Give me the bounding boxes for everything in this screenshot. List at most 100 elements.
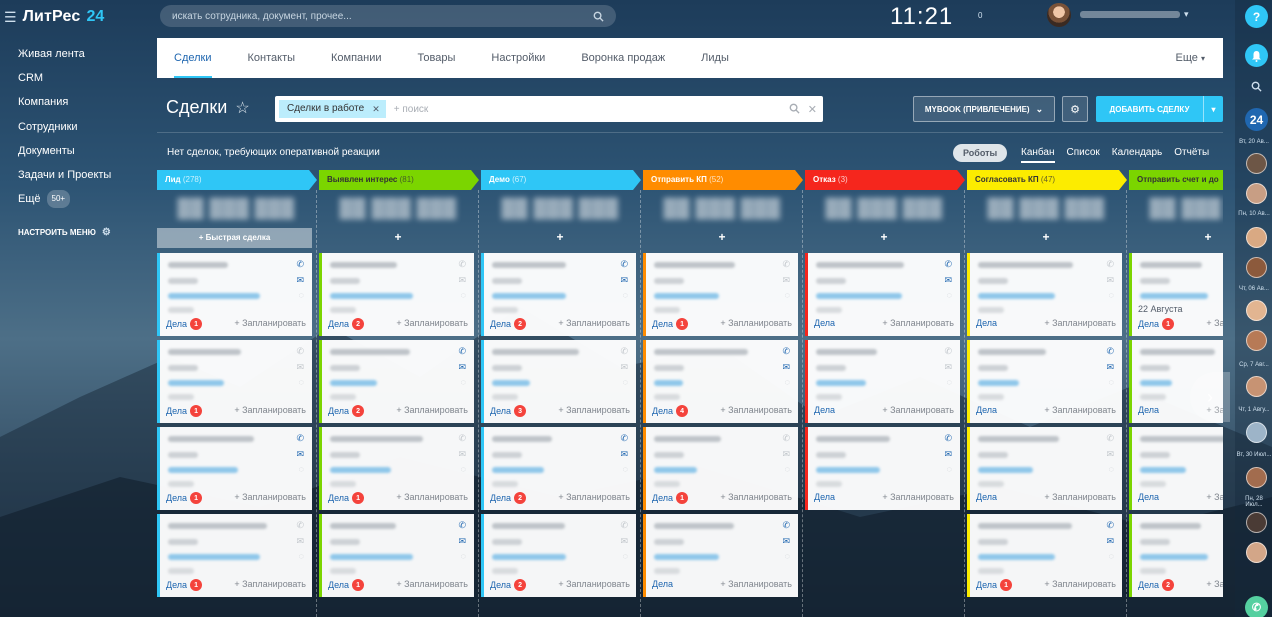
deal-activities-link[interactable]: Дела 2 (490, 318, 527, 330)
search-icon[interactable] (1251, 81, 1262, 92)
deal-activities-link[interactable]: Дела 4 (652, 405, 689, 417)
contact-avatar[interactable] (1246, 422, 1267, 443)
search-icon[interactable] (789, 103, 800, 114)
deal-activities-link[interactable]: Дела 2 (490, 579, 527, 591)
chat-icon[interactable]: ◌ (947, 290, 952, 300)
deal-activities-link[interactable]: Дела (976, 492, 997, 502)
add-card-plus-icon[interactable]: + (481, 230, 639, 244)
envelope-icon[interactable]: ✉ (458, 449, 466, 460)
view-reports[interactable]: Отчёты (1174, 147, 1209, 163)
chat-icon[interactable]: ◌ (1109, 464, 1114, 474)
deal-card[interactable]: ✆ ✉ ◌ Дела2 + Запланировать (319, 253, 474, 336)
tab-products[interactable]: Товары (418, 38, 456, 78)
menu-burger-icon[interactable]: ☰ (4, 9, 17, 26)
schedule-link[interactable]: + Запланировать (720, 492, 792, 502)
contact-avatar[interactable] (1246, 542, 1267, 563)
deal-card[interactable]: ✆ ✉ ◌ Дела + Запланировать (967, 340, 1122, 423)
schedule-link[interactable]: + Запланировать (1044, 318, 1116, 328)
sidebar-item-documents[interactable]: Документы (18, 139, 111, 163)
deal-card[interactable]: ✆ ✉ ◌ Дела 1 + Запланировать (157, 514, 312, 597)
schedule-link[interactable]: + Запланировать (396, 405, 468, 415)
deal-card[interactable]: ✆ ✉ ◌ Дела + Запланировать (805, 340, 960, 423)
deal-activities-link[interactable]: Дела 1 (166, 492, 203, 504)
envelope-icon[interactable]: ✉ (782, 449, 790, 460)
schedule-link[interactable]: + Запланировать (720, 318, 792, 328)
user-name-blurred[interactable] (1080, 11, 1180, 18)
envelope-icon[interactable]: ✉ (296, 536, 304, 547)
search-icon[interactable] (593, 11, 604, 22)
deal-card[interactable]: ✆ ✉ ◌ Дела + Запланировать (805, 253, 960, 336)
deal-activities-link[interactable]: Дела (1138, 405, 1159, 415)
phone-icon[interactable]: ✆ (1106, 433, 1114, 444)
stage-header[interactable]: Согласовать КП (47) (967, 170, 1129, 190)
schedule-link[interactable]: + Запланировать (234, 405, 306, 415)
stage-header[interactable]: Отправить КП (52) (643, 170, 805, 190)
help-icon[interactable]: ? (1245, 5, 1268, 28)
chat-icon[interactable]: ◌ (623, 377, 628, 387)
phone-icon[interactable]: ✆ (1106, 346, 1114, 357)
envelope-icon[interactable]: ✉ (1106, 362, 1114, 373)
envelope-icon[interactable]: ✉ (782, 275, 790, 286)
sidebar-item-employees[interactable]: Сотрудники (18, 115, 111, 139)
global-search-input[interactable]: искать сотрудника, документ, прочее... (160, 5, 616, 27)
deal-activities-link[interactable]: Дела 1 (652, 318, 689, 330)
chat-icon[interactable]: ◌ (1109, 377, 1114, 387)
schedule-link[interactable]: + Запланировать (558, 579, 630, 589)
chat-icon[interactable]: ◌ (947, 464, 952, 474)
schedule-link[interactable]: + Запланировать (396, 492, 468, 502)
deal-activities-link[interactable]: Дела 2 (1138, 579, 1175, 591)
schedule-link[interactable]: + Запланировать (558, 405, 630, 415)
stage-header[interactable]: Лид (278) (157, 170, 319, 190)
phone-icon[interactable]: ✆ (458, 346, 466, 357)
tab-leads[interactable]: Лиды (701, 38, 729, 78)
envelope-icon[interactable]: ✉ (458, 275, 466, 286)
logo[interactable]: ☰ ЛитРес 24 (4, 6, 104, 28)
schedule-link[interactable]: + Запланировать (720, 579, 792, 589)
envelope-icon[interactable]: ✉ (944, 362, 952, 373)
schedule-link[interactable]: + Запланировать (234, 318, 306, 328)
envelope-icon[interactable]: ✉ (620, 362, 628, 373)
deal-activities-link[interactable]: Дела (976, 318, 997, 328)
deal-card[interactable]: ✆ ✉ ◌ Дела 1 + Запланировать (967, 514, 1122, 597)
schedule-link[interactable]: + Запланировать (1044, 492, 1116, 502)
schedule-link[interactable]: + Запланировать (720, 405, 792, 415)
user-avatar[interactable] (1047, 3, 1071, 27)
envelope-icon[interactable]: ✉ (1106, 275, 1114, 286)
add-card-plus-icon[interactable]: + (643, 230, 801, 244)
schedule-link[interactable]: + Запланировать (234, 579, 306, 589)
schedule-link[interactable]: + Запланировать (234, 492, 306, 502)
deal-card[interactable]: ✆ ✉ ◌ Дела 1 + Запланировать (643, 253, 798, 336)
envelope-icon[interactable]: ✉ (620, 449, 628, 460)
stage-header[interactable]: Демо (67) (481, 170, 643, 190)
chat-icon[interactable]: ◌ (623, 464, 628, 474)
phone-icon[interactable]: ✆ (620, 259, 628, 270)
settings-button[interactable]: ⚙ (1062, 96, 1088, 122)
deal-activities-link[interactable]: Дела 1 (166, 579, 203, 591)
schedule-link[interactable]: + Запланировать (1206, 492, 1223, 502)
phone-icon[interactable]: ✆ (1106, 520, 1114, 531)
deal-card[interactable]: ✆ ✉ ◌ Дела2 + Запланировать (481, 253, 636, 336)
deal-activities-link[interactable]: Дела 1 (328, 492, 365, 504)
clock-flag-icon[interactable]: 0 (978, 11, 982, 20)
deal-activities-link[interactable]: Дела 2 (328, 318, 365, 330)
add-card-plus-icon[interactable]: + (319, 230, 477, 244)
phone-icon[interactable]: ✆ (296, 346, 304, 357)
add-card-plus-icon[interactable]: + (1129, 230, 1223, 244)
deal-activities-link[interactable]: Дела 1 (1138, 318, 1175, 330)
chat-icon[interactable]: ◌ (461, 551, 466, 561)
sidebar-item-more[interactable]: Ещё 50+ (18, 187, 111, 211)
tab-settings[interactable]: Настройки (491, 38, 545, 78)
deal-activities-link[interactable]: Дела 2 (328, 405, 365, 417)
deal-activities-link[interactable]: Дела (814, 405, 835, 415)
deal-activities-link[interactable]: Дела 1 (166, 405, 203, 417)
phone-icon[interactable]: ✆ (296, 520, 304, 531)
close-icon[interactable]: ✕ (372, 100, 380, 118)
chat-icon[interactable]: ◌ (299, 377, 304, 387)
chat-icon[interactable]: ◌ (785, 290, 790, 300)
deal-activities-link[interactable]: Дела (814, 492, 835, 502)
clear-icon[interactable]: ✕ (808, 103, 817, 116)
tab-contacts[interactable]: Контакты (248, 38, 296, 78)
envelope-icon[interactable]: ✉ (782, 536, 790, 547)
add-deal-button[interactable]: ДОБАВИТЬ СДЕЛКУ ▾ (1096, 96, 1223, 122)
phone-icon[interactable]: ✆ (620, 520, 628, 531)
